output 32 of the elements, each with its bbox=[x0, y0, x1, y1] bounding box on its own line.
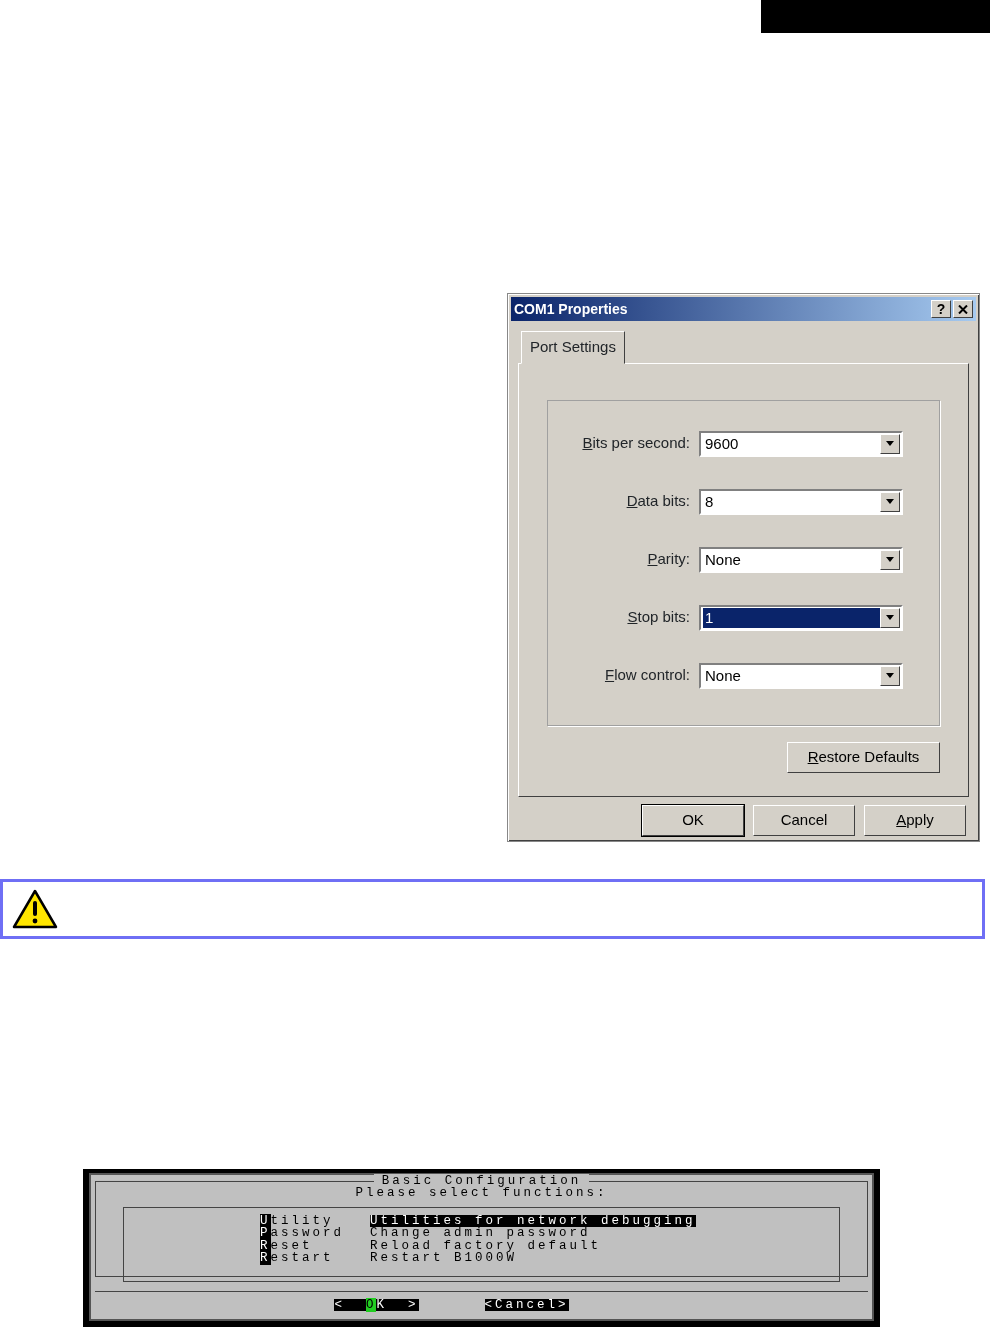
terminal-button[interactable]: <Cancel> bbox=[484, 1299, 569, 1311]
dropdown[interactable]: 1 bbox=[699, 604, 903, 631]
window-title: COM1 Properties bbox=[514, 299, 629, 319]
field-label: Bits per second: bbox=[582, 433, 690, 454]
dialog-button[interactable]: Cancel bbox=[753, 804, 855, 836]
tab[interactable]: Port Settings bbox=[521, 331, 625, 364]
dropdown[interactable]: None bbox=[699, 662, 903, 689]
restore-defaults-button[interactable]: Restore Defaults bbox=[787, 741, 940, 773]
dropdown-arrow-icon bbox=[886, 441, 894, 446]
close-button[interactable] bbox=[953, 300, 973, 318]
menu-description: Change admin password bbox=[370, 1227, 591, 1240]
close-icon bbox=[958, 304, 968, 314]
dropdown[interactable]: 9600 bbox=[699, 430, 903, 457]
dropdown-arrow-icon bbox=[886, 499, 894, 504]
menu-description: Utilities for network debugging bbox=[370, 1215, 696, 1228]
dropdown-arrow-icon bbox=[886, 557, 894, 562]
dialog-button[interactable]: OK bbox=[642, 804, 744, 836]
dropdown[interactable]: None bbox=[699, 546, 903, 573]
dropdown-arrow-icon bbox=[886, 615, 894, 620]
warning-icon bbox=[12, 889, 58, 929]
terminal-title: Basic Configuration bbox=[373, 1174, 590, 1188]
dropdown[interactable]: 8 bbox=[699, 488, 903, 515]
menu-description: Restart B1000W bbox=[370, 1251, 518, 1265]
field-label: Data bits: bbox=[626, 491, 690, 512]
prompt-text: Please select functions: bbox=[355, 1186, 608, 1200]
field-label: Parity: bbox=[647, 549, 690, 570]
dialog-button[interactable]: Apply bbox=[864, 804, 966, 836]
field-label: Stop bits: bbox=[627, 607, 690, 628]
dropdown-arrow-icon bbox=[886, 673, 894, 678]
help-button[interactable]: ? bbox=[931, 300, 951, 318]
menu-description: Reload factory default bbox=[370, 1239, 602, 1252]
field-label: Flow control: bbox=[604, 665, 690, 686]
